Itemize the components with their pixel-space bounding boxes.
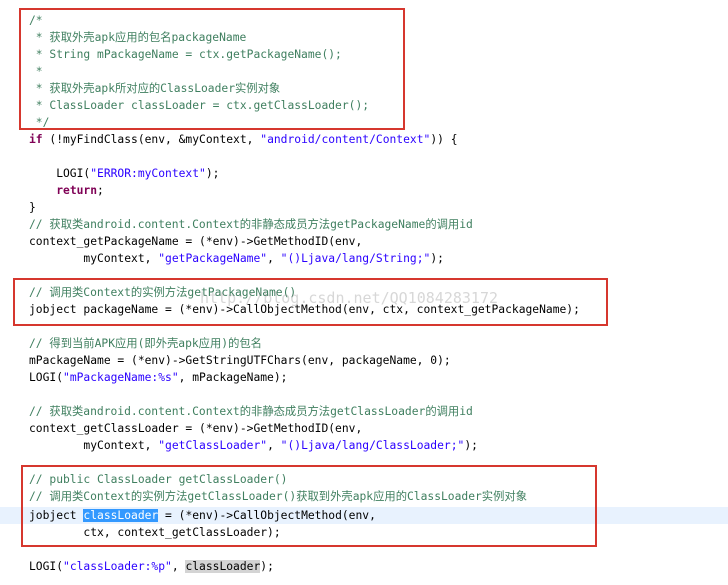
code-line: LOGI("ERROR:myContext"); [29, 165, 219, 182]
code-line: // 获取类android.content.Context的非静态成员方法get… [29, 405, 473, 418]
code-line: return; [29, 182, 104, 199]
code-text: LOGI( [29, 371, 64, 384]
string-literal: "mPackageName:%s" [63, 371, 179, 384]
code-line: myContext, "getPackageName", "()Ljava/la… [29, 250, 444, 267]
code-line: mPackageName = (*env)->GetStringUTFChars… [29, 354, 451, 367]
code-line: context_getPackageName = (*env)->GetMeth… [29, 235, 363, 248]
code-text: myContext, [29, 252, 159, 265]
code-line: if (!myFindClass(env, &myContext, "andro… [29, 131, 458, 148]
code-text: , [267, 252, 281, 265]
code-line: } [29, 201, 36, 214]
code-line: LOGI("mPackageName:%s", mPackageName); [29, 369, 287, 386]
keyword: if [29, 133, 43, 146]
code-text: LOGI( [29, 167, 91, 180]
code-editor[interactable]: /* * 获取外壳apk应用的包名packageName * String mP… [0, 0, 728, 585]
highlight-box-get-package-name [13, 278, 608, 326]
highlight-box-get-class-loader [21, 465, 597, 547]
code-text: LOGI( [29, 560, 64, 573]
code-line: myContext, "getClassLoader", "()Ljava/la… [29, 437, 478, 454]
code-line: // 获取类android.content.Context的非静态成员方法get… [29, 218, 473, 231]
code-text: )) { [430, 133, 458, 146]
code-text: ); [430, 252, 444, 265]
code-text: ); [205, 167, 220, 180]
code-text: ); [464, 439, 478, 452]
code-text: myContext, [29, 439, 159, 452]
code-line: context_getClassLoader = (*env)->GetMeth… [29, 422, 363, 435]
identifier-occurrence[interactable]: classLoader [185, 560, 261, 573]
code-text: (!myFindClass(env, &myContext, [42, 133, 261, 146]
string-literal: "()Ljava/lang/ClassLoader;" [280, 439, 465, 452]
string-literal: "ERROR:myContext" [90, 167, 206, 180]
keyword: return [56, 184, 98, 197]
string-literal: "getClassLoader" [158, 439, 268, 452]
string-literal: "getPackageName" [158, 252, 268, 265]
code-text: , [171, 560, 186, 573]
code-text: ; [97, 184, 104, 197]
code-line: // 得到当前APK应用(即外壳apk应用)的包名 [29, 337, 262, 350]
string-literal: "classLoader:%p" [63, 560, 172, 573]
highlight-box-comment [19, 8, 405, 130]
string-literal: "android/content/Context" [260, 133, 431, 146]
string-literal: "()Ljava/lang/String;" [280, 252, 431, 265]
code-line: LOGI("classLoader:%p", classLoader); [29, 558, 274, 575]
code-text: , [267, 439, 281, 452]
code-text: , mPackageName); [178, 371, 288, 384]
code-text: ); [260, 560, 274, 573]
